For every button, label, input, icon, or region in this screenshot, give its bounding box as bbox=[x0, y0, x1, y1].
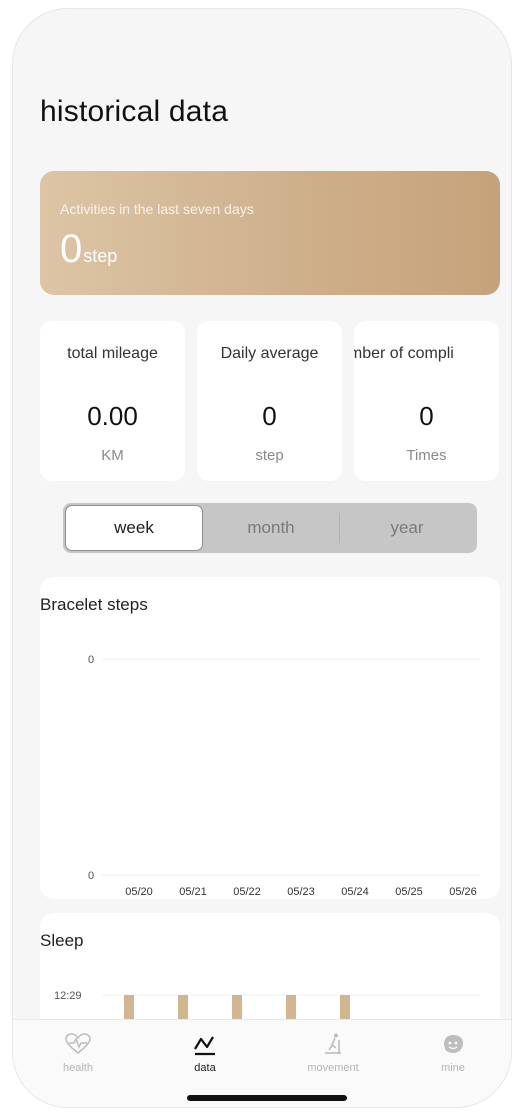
tab-week[interactable]: week bbox=[65, 505, 203, 551]
tab-year[interactable]: year bbox=[339, 505, 475, 551]
home-indicator bbox=[187, 1095, 347, 1101]
stat-label: umber of compli bbox=[354, 345, 454, 362]
x-tick-label: 05/26 bbox=[449, 886, 477, 898]
stat-unit: step bbox=[255, 447, 284, 464]
page-title: historical data bbox=[40, 95, 229, 128]
stat-label: total mileage bbox=[67, 345, 158, 362]
tab-month[interactable]: month bbox=[203, 505, 339, 551]
tabbar-label: movement bbox=[307, 1062, 359, 1074]
stat-unit: KM bbox=[101, 447, 124, 464]
stat-completions: umber of compli 0 Times bbox=[354, 321, 499, 481]
bracelet-steps-card: Bracelet steps 0 0 05/20 05/21 05/22 05/23 05/… bbox=[40, 577, 500, 899]
tabbar-label: mine bbox=[441, 1062, 465, 1074]
y-tick-label: 0 bbox=[88, 654, 94, 666]
tabbar-label: data bbox=[194, 1062, 216, 1074]
stat-total-mileage: total mileage 0.00 KM bbox=[40, 321, 185, 481]
steps-chart: 0 0 05/20 05/21 05/22 05/23 05/24 05/25 05/26 bbox=[88, 654, 480, 898]
stat-value: 0 bbox=[419, 401, 434, 431]
tabbar-label: health bbox=[63, 1062, 93, 1074]
summary-unit: step bbox=[83, 246, 118, 266]
heart-pulse-icon bbox=[65, 1033, 91, 1055]
tabbar-item-mine[interactable]: mine bbox=[398, 1032, 508, 1092]
x-tick-label: 05/21 bbox=[179, 886, 207, 898]
stat-label: Daily average bbox=[220, 345, 319, 362]
treadmill-icon bbox=[325, 1033, 341, 1054]
phone-screen: historical data Activities in the last s… bbox=[12, 8, 512, 1108]
stat-daily-average: Daily average 0 step bbox=[197, 321, 342, 481]
y-tick-label: 12:29 bbox=[54, 990, 82, 1002]
x-tick-label: 05/20 bbox=[125, 886, 153, 898]
summary-value: 0step bbox=[60, 227, 117, 272]
x-tick-label: 05/23 bbox=[287, 886, 315, 898]
summary-label: Activities in the last seven days bbox=[60, 201, 254, 217]
tabbar-item-health[interactable]: health bbox=[23, 1032, 133, 1092]
x-tick-label: 05/25 bbox=[395, 886, 423, 898]
chart-line-icon bbox=[194, 1036, 215, 1056]
tabbar-item-data[interactable]: data bbox=[150, 1032, 260, 1092]
tabbar-item-movement[interactable]: movement bbox=[278, 1032, 388, 1092]
weekly-summary-card: Activities in the last seven days 0step bbox=[40, 171, 500, 295]
y-tick-label: 0 bbox=[88, 870, 94, 882]
stat-value: 0 bbox=[262, 401, 277, 431]
stat-unit: Times bbox=[406, 447, 447, 464]
summary-number: 0 bbox=[60, 227, 83, 271]
period-segmented-control: week month year bbox=[63, 503, 477, 553]
face-icon bbox=[444, 1035, 463, 1053]
stat-value: 0.00 bbox=[87, 401, 138, 431]
x-tick-label: 05/24 bbox=[341, 886, 369, 898]
x-tick-label: 05/22 bbox=[233, 886, 261, 898]
